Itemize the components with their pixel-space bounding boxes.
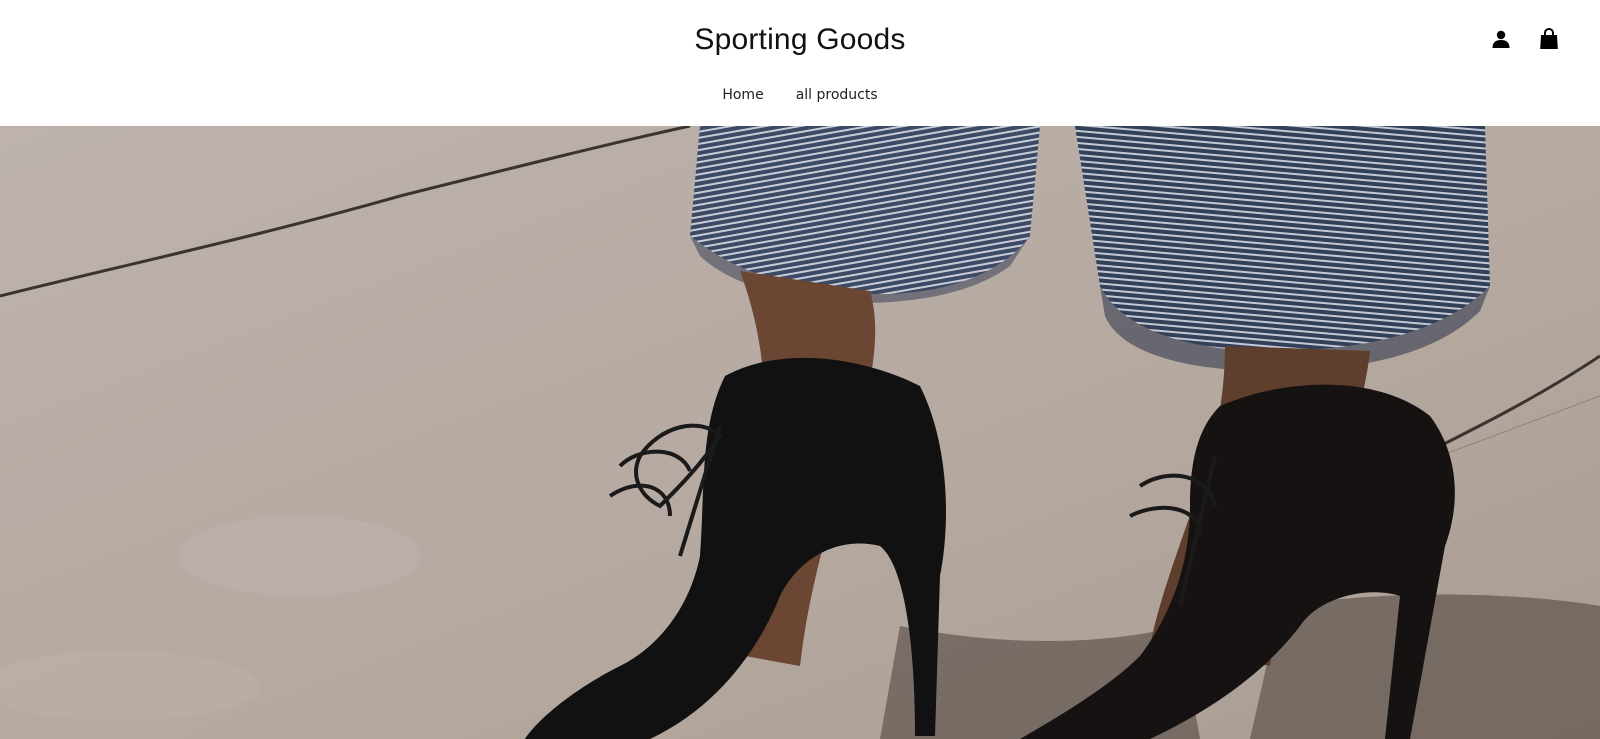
main-nav: Home all products bbox=[0, 84, 1600, 106]
nav-item-all-products[interactable]: all products bbox=[796, 84, 878, 106]
nav-item-home[interactable]: Home bbox=[722, 84, 763, 106]
hero-banner bbox=[0, 126, 1600, 739]
shopping-bag-icon[interactable] bbox=[1538, 28, 1560, 50]
store-logo[interactable]: Sporting Goods bbox=[0, 18, 1600, 62]
account-icon[interactable] bbox=[1490, 28, 1512, 50]
hero-image bbox=[0, 126, 1600, 739]
site-header: Sporting Goods Home all products bbox=[0, 0, 1600, 126]
header-icons bbox=[1490, 28, 1560, 50]
